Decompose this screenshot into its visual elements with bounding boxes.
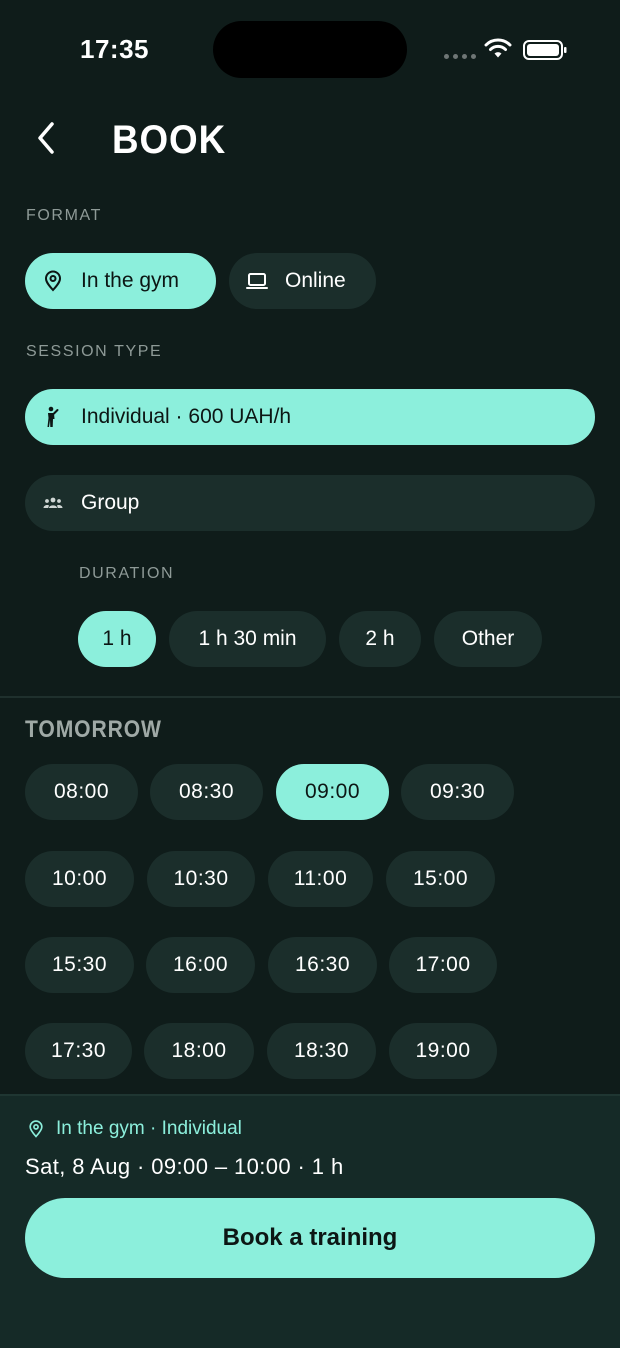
session-type-option-label: Individual · 600 UAH/h [81,405,292,428]
book-training-button[interactable]: Book a training [25,1198,595,1278]
format-option-online[interactable]: Online [229,253,376,309]
format-option-label: Online [285,269,346,292]
time-slot[interactable]: 18:30 [267,1023,376,1079]
format-option-gym[interactable]: In the gym [25,253,216,309]
session-type-group[interactable]: Group [25,475,595,531]
duration-option-2h[interactable]: 2 h [339,611,421,667]
time-slot-selected[interactable]: 09:00 [276,764,389,820]
status-bar: 17:35 [0,0,620,100]
booking-screen: 17:35 BOOK FORMAT In the gym Online SESS… [0,0,620,1348]
divider [0,696,620,698]
location-pin-icon [44,270,62,292]
time-slot[interactable]: 15:30 [25,937,134,993]
laptop-icon [246,273,268,289]
time-slot[interactable]: 11:00 [268,851,373,907]
duration-option-1h30[interactable]: 1 h 30 min [169,611,326,667]
dynamic-island [213,21,407,78]
time-slot[interactable]: 19:00 [389,1023,497,1079]
time-slot[interactable]: 08:00 [25,764,138,820]
time-slot[interactable]: 16:30 [268,937,377,993]
duration-option-1h[interactable]: 1 h [78,611,156,667]
session-type-label: SESSION TYPE [26,343,163,360]
time-slot[interactable]: 10:30 [147,851,255,907]
time-slot[interactable]: 09:30 [401,764,514,820]
time-slot[interactable]: 08:30 [150,764,263,820]
chevron-left-icon [38,122,54,154]
format-option-label: In the gym [81,269,180,292]
day-label: TOMORROW [25,716,162,743]
group-icon [43,497,63,508]
duration-option-other[interactable]: Other [434,611,542,667]
summary-location-line: In the gym · Individual [26,1118,242,1140]
cellular-signal-icon [444,54,476,59]
wifi-icon [484,38,512,58]
booking-summary-panel: In the gym · Individual Sat, 8 Aug · 09:… [0,1094,620,1348]
time-slot[interactable]: 10:00 [25,851,134,907]
summary-datetime: Sat, 8 Aug · 09:00 – 10:00 · 1 h [25,1154,344,1179]
time-slot[interactable]: 18:00 [144,1023,254,1079]
duration-label: DURATION [79,565,175,582]
back-button[interactable] [24,116,68,160]
time-slot[interactable]: 15:00 [386,851,495,907]
person-icon [47,406,59,427]
session-type-option-label: Group [81,491,140,514]
status-time: 17:35 [80,34,149,64]
time-slot[interactable]: 17:30 [25,1023,132,1079]
summary-location-text: In the gym · Individual [56,1118,242,1139]
battery-icon [523,40,567,60]
time-slot[interactable]: 16:00 [146,937,255,993]
format-label: FORMAT [26,207,102,224]
time-slot[interactable]: 17:00 [389,937,497,993]
session-type-individual[interactable]: Individual · 600 UAH/h [25,389,595,445]
page-title: BOOK [112,118,227,162]
location-pin-icon [29,1120,43,1138]
